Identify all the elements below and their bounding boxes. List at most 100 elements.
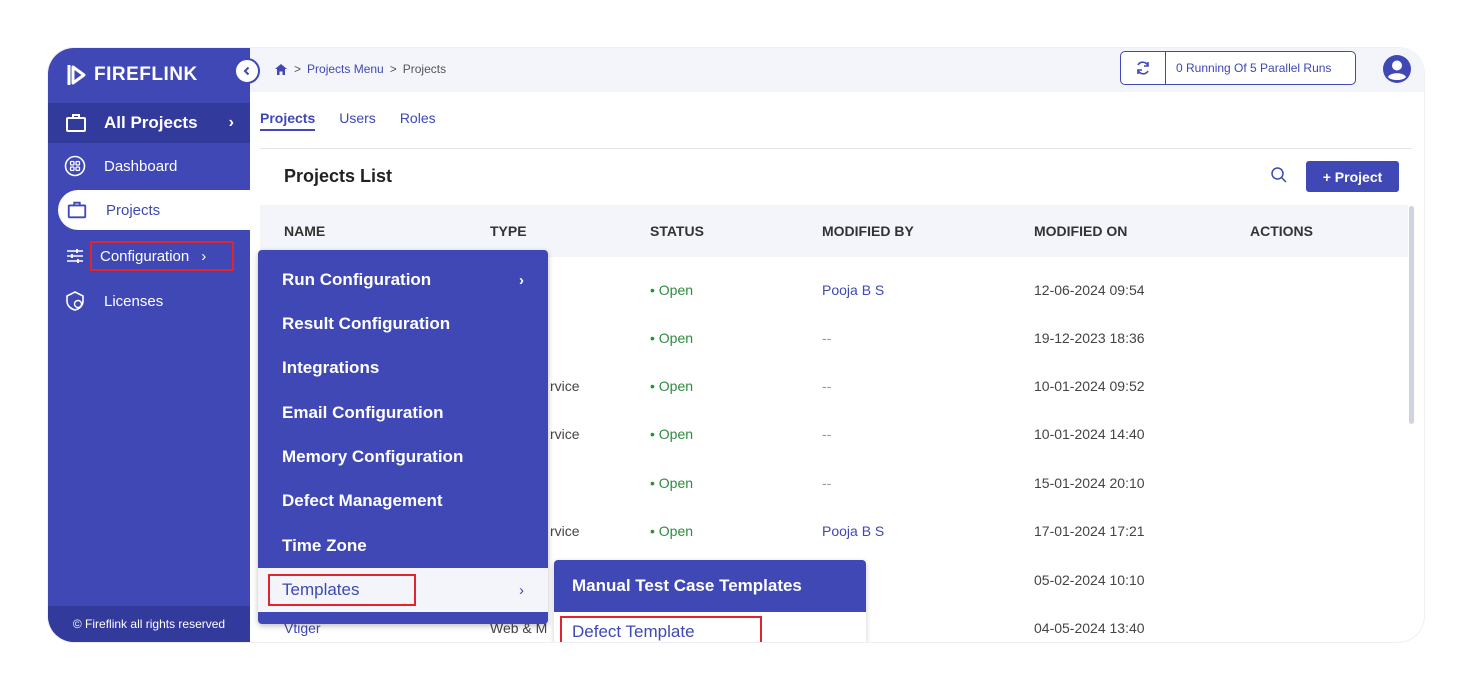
breadcrumb-projects-menu[interactable]: Projects Menu (307, 62, 384, 76)
menu-item-run-configuration[interactable]: Run Configuration › (258, 258, 548, 302)
modified-on-cell: 19-12-2023 18:36 (1034, 330, 1145, 346)
modified-on-cell: 12-06-2024 09:54 (1034, 282, 1145, 298)
chevron-right-icon: › (228, 114, 234, 131)
brand-name: FIREFLINK (94, 64, 198, 85)
sidebar-item-label: Projects (106, 201, 161, 219)
submenu-item-label: Manual Test Case Templates (572, 576, 802, 595)
copyright-text: © Fireflink all rights reserved (48, 606, 250, 642)
page-title: Projects List (284, 166, 393, 186)
user-avatar-icon[interactable] (1382, 54, 1412, 84)
menu-item-label: Memory Configuration (282, 447, 464, 466)
column-header-status[interactable]: STATUS (650, 223, 704, 239)
all-projects-label: All Projects (104, 113, 198, 132)
divider (260, 148, 1412, 149)
status-cell: • Open (650, 426, 694, 442)
dashboard-icon (64, 155, 86, 177)
modified-on-cell: 05-02-2024 10:10 (1034, 572, 1145, 588)
modified-on-cell: 10-01-2024 09:52 (1034, 378, 1145, 394)
menu-item-memory-configuration[interactable]: Memory Configuration (258, 435, 548, 479)
briefcase-icon (67, 201, 87, 219)
breadcrumb-projects: Projects (402, 62, 447, 76)
menu-item-result-configuration[interactable]: Result Configuration (258, 302, 548, 346)
status-text: Open (658, 330, 694, 346)
modified-on-cell: 10-01-2024 14:40 (1034, 426, 1145, 442)
breadcrumb-separator: > (294, 62, 302, 76)
sidebar: FIREFLINK All Projects › Dashboard Proje… (48, 48, 258, 642)
menu-item-label: Time Zone (282, 536, 367, 555)
chevron-right-icon: › (519, 581, 524, 599)
column-header-modified-by[interactable]: MODIFIED BY (822, 223, 914, 239)
status-cell: • Open (650, 523, 694, 539)
modified-by-cell: -- (822, 426, 832, 442)
status-text: Open (658, 378, 694, 394)
menu-item-email-configuration[interactable]: Email Configuration (258, 391, 548, 435)
configuration-highlight-box (90, 241, 234, 271)
status-cell: • Open (650, 282, 694, 298)
menu-item-label: Result Configuration (282, 314, 451, 333)
parallel-runs-widget: 0 Running Of 5 Parallel Runs (1120, 51, 1356, 85)
configuration-menu: Run Configuration › Result Configuration… (258, 250, 548, 624)
status-cell: • Open (650, 475, 694, 491)
tab-roles[interactable]: Roles (400, 110, 436, 131)
app-window: FIREFLINK All Projects › Dashboard Proje… (48, 48, 1424, 642)
submenu-item-manual-test-case-templates[interactable]: Manual Test Case Templates (554, 560, 866, 612)
templates-submenu: Manual Test Case Templates Defect Templa… (554, 560, 866, 642)
modified-on-cell: 17-01-2024 17:21 (1034, 523, 1145, 539)
column-header-type[interactable]: TYPE (490, 223, 527, 239)
brand-logo[interactable]: FIREFLINK (66, 60, 198, 90)
modified-on-cell: 04-05-2024 13:40 (1034, 620, 1145, 636)
status-text: Open (658, 282, 694, 298)
menu-item-label: Run Configuration (282, 270, 432, 289)
collapse-sidebar-button[interactable] (234, 58, 260, 84)
sidebar-item-licenses[interactable]: Licenses (48, 281, 250, 321)
status-text: Open (658, 475, 694, 491)
status-text: Open (658, 523, 694, 539)
tab-bar: Projects Users Roles (260, 110, 436, 131)
type-cell: rvice (550, 426, 580, 442)
refresh-button[interactable] (1121, 52, 1166, 84)
table-scrollbar[interactable] (1409, 206, 1414, 424)
top-bar: > Projects Menu > Projects 0 Running Of … (250, 48, 1424, 92)
briefcase-icon (66, 114, 86, 132)
modified-by-cell[interactable]: Pooja B S (822, 282, 884, 298)
fireflink-logo-icon (67, 65, 86, 85)
modified-on-cell: 15-01-2024 20:10 (1034, 475, 1145, 491)
sidebar-item-label: Licenses (104, 292, 164, 310)
tab-projects[interactable]: Projects (260, 110, 316, 131)
type-cell: rvice (550, 378, 580, 394)
status-text: Open (658, 426, 694, 442)
modified-by-cell: -- (822, 378, 832, 394)
home-icon[interactable] (274, 63, 288, 76)
type-cell: rvice (550, 523, 580, 539)
menu-item-integrations[interactable]: Integrations (258, 346, 548, 390)
status-cell: • Open (650, 378, 694, 394)
search-icon[interactable] (1270, 166, 1288, 184)
column-header-modified-on[interactable]: MODIFIED ON (1034, 223, 1127, 239)
tab-users[interactable]: Users (339, 110, 376, 131)
parallel-runs-status: 0 Running Of 5 Parallel Runs (1176, 61, 1332, 75)
menu-item-defect-management[interactable]: Defect Management (258, 479, 548, 523)
chevron-right-icon: › (519, 271, 524, 289)
sliders-icon (67, 249, 83, 263)
breadcrumb-separator: > (389, 62, 397, 76)
menu-item-label: Integrations (282, 358, 380, 377)
breadcrumb: > Projects Menu > Projects (274, 62, 446, 76)
add-project-button[interactable]: + Project (1306, 161, 1399, 192)
column-header-actions: ACTIONS (1250, 223, 1313, 239)
sidebar-item-label: Dashboard (104, 157, 178, 175)
sidebar-item-projects[interactable]: Projects (58, 190, 258, 230)
menu-item-label: Email Configuration (282, 403, 444, 422)
refresh-icon (1137, 61, 1149, 75)
modified-by-cell[interactable]: Pooja B S (822, 523, 884, 539)
status-cell: • Open (650, 330, 694, 346)
defect-template-highlight-box (560, 616, 762, 642)
templates-highlight-box (268, 574, 416, 606)
license-icon (66, 291, 84, 311)
menu-item-time-zone[interactable]: Time Zone (258, 524, 548, 568)
modified-by-cell: -- (822, 475, 832, 491)
sidebar-item-dashboard[interactable]: Dashboard (48, 146, 250, 186)
modified-by-cell: -- (822, 330, 832, 346)
all-projects-button[interactable]: All Projects › (48, 103, 250, 143)
column-header-name[interactable]: NAME (284, 223, 325, 239)
chevron-left-icon (243, 66, 250, 76)
